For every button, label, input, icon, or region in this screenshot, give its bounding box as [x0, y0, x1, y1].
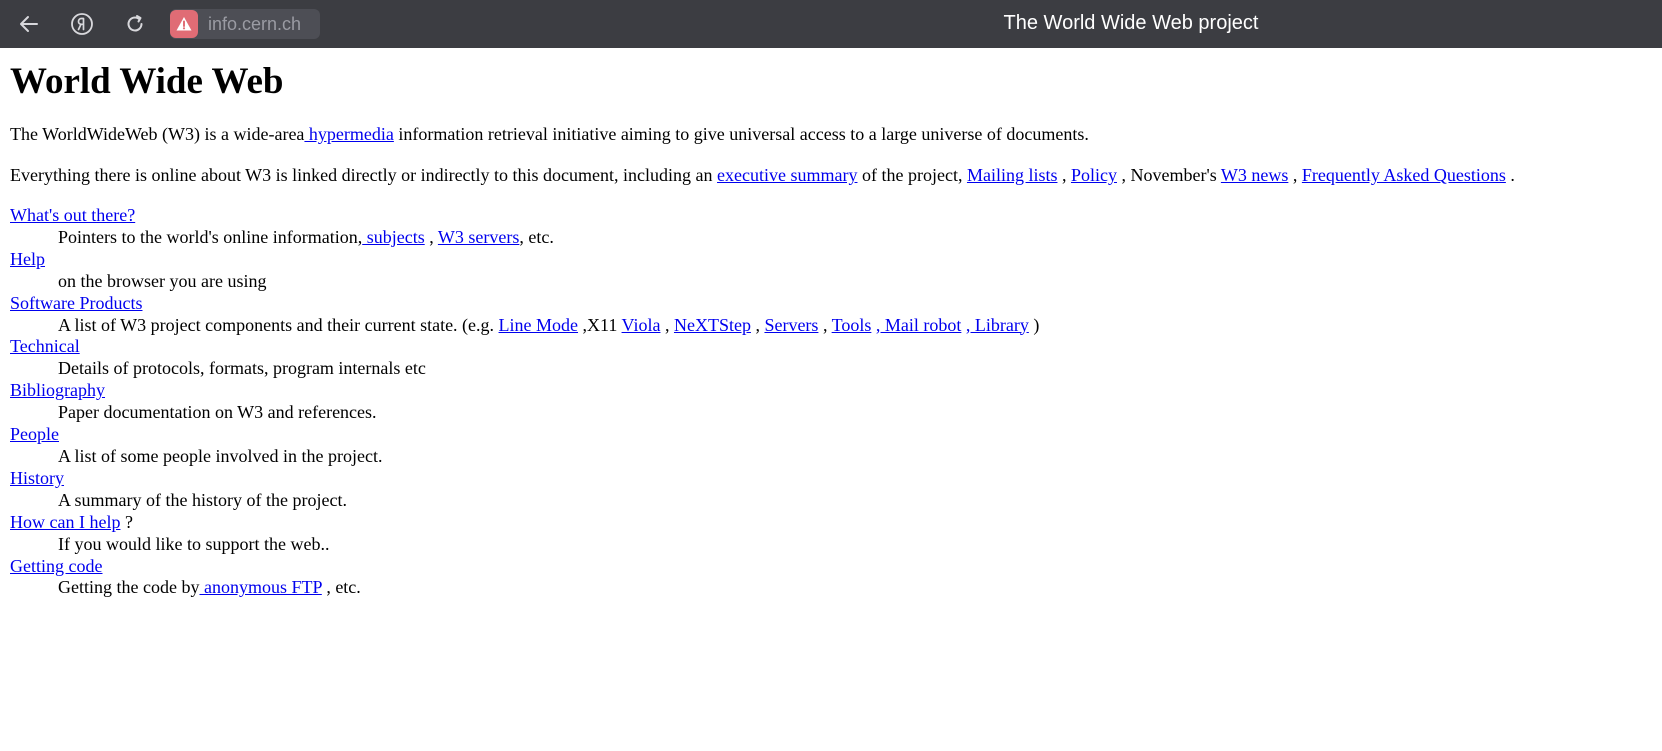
page-title-bar: The World Wide Web project: [1003, 12, 1259, 34]
list-item: Getting code: [10, 556, 1655, 578]
w3-servers-link[interactable]: W3 servers: [438, 227, 519, 247]
separator-text: ,: [1288, 165, 1302, 185]
technical-link[interactable]: Technical: [10, 336, 80, 356]
item-description: Pointers to the world's online informati…: [58, 227, 1655, 249]
separator-text: ,: [750, 314, 765, 335]
people-link[interactable]: People: [10, 424, 59, 444]
intro-paragraph-2: Everything there is online about W3 is l…: [10, 164, 1655, 186]
page-content: World Wide Web The WorldWideWeb (W3) is …: [10, 48, 1655, 599]
list-item: History: [10, 468, 1655, 490]
list-item: Technical: [10, 336, 1655, 358]
item-description: A summary of the history of the project.: [58, 489, 347, 510]
how-can-i-help-link[interactable]: How can I help: [10, 512, 120, 532]
description-text: , etc.: [321, 577, 361, 598]
description-text: A list of W3 project components and thei…: [58, 314, 499, 335]
list-item: What's out there?: [10, 205, 1655, 227]
nextstep-link[interactable]: NeXTStep: [674, 315, 751, 335]
policy-link[interactable]: Policy: [1071, 165, 1117, 185]
item-description: on the browser you are using: [58, 270, 267, 291]
executive-summary-link[interactable]: executive summary: [717, 165, 857, 185]
intro-text: , November's: [1116, 165, 1221, 185]
history-link[interactable]: History: [10, 468, 64, 488]
help-link[interactable]: Help: [10, 249, 45, 269]
description-text: Getting the code by: [58, 577, 200, 598]
browser-toolbar: info.cern.ch The World Wide Web project: [0, 0, 1662, 48]
whats-out-there-link[interactable]: What's out there?: [10, 205, 135, 225]
servers-link[interactable]: Servers: [764, 315, 818, 335]
separator-text: ): [1028, 314, 1040, 335]
getting-code-link[interactable]: Getting code: [10, 556, 102, 576]
page-heading: World Wide Web: [10, 61, 284, 102]
intro-text: Everything there is online about W3 is l…: [10, 165, 718, 185]
tools-link[interactable]: Tools: [832, 315, 872, 335]
item-description: Details of protocols, formats, program i…: [58, 358, 426, 379]
list-item: Help: [10, 249, 1655, 271]
list-item: Software Products: [10, 293, 1655, 315]
intro-text: The WorldWideWeb (W3) is a wide-area: [10, 124, 305, 144]
separator-text: ,: [660, 314, 674, 335]
question-mark-text: ?: [120, 511, 133, 532]
item-description: A list of W3 project components and thei…: [58, 315, 1655, 337]
line-mode-link[interactable]: Line Mode: [499, 315, 578, 335]
separator-text: .: [1505, 165, 1515, 185]
hypermedia-link[interactable]: hypermedia: [304, 124, 394, 144]
intro-text: information retrieval initiative aiming …: [393, 124, 1089, 144]
intro-text: of the project,: [857, 165, 967, 185]
w3-news-link[interactable]: W3 news: [1221, 165, 1288, 185]
item-description: Getting the code by anonymous FTP , etc.: [58, 577, 1655, 599]
description-text: ,X11: [578, 314, 622, 335]
list-item: How can I help ?: [10, 512, 1655, 534]
viola-link[interactable]: Viola: [622, 315, 661, 335]
software-products-link[interactable]: Software Products: [10, 293, 142, 313]
item-description: Paper documentation on W3 and references…: [58, 402, 377, 423]
faq-link[interactable]: Frequently Asked Questions: [1302, 165, 1506, 185]
separator-text: ,: [818, 314, 832, 335]
mail-robot-link[interactable]: , Mail robot: [876, 315, 962, 335]
separator-text: ,: [424, 226, 438, 247]
list-item: Bibliography: [10, 380, 1655, 402]
library-link[interactable]: , Library: [966, 315, 1029, 335]
topic-list: What's out there? Pointers to the world'…: [10, 205, 1655, 599]
intro-paragraph-1: The WorldWideWeb (W3) is a wide-area hyp…: [10, 123, 1655, 145]
anonymous-ftp-link[interactable]: anonymous FTP: [199, 577, 322, 597]
bibliography-link[interactable]: Bibliography: [10, 380, 105, 400]
description-text: , etc.: [519, 226, 554, 247]
item-description: A list of some people involved in the pr…: [58, 445, 383, 466]
mailing-lists-link[interactable]: Mailing lists: [967, 165, 1058, 185]
description-text: Pointers to the world's online informati…: [58, 226, 363, 247]
list-item: People: [10, 424, 1655, 446]
item-description: If you would like to support the web..: [58, 533, 330, 554]
separator-text: ,: [1057, 165, 1071, 185]
subjects-link[interactable]: subjects: [362, 227, 425, 247]
